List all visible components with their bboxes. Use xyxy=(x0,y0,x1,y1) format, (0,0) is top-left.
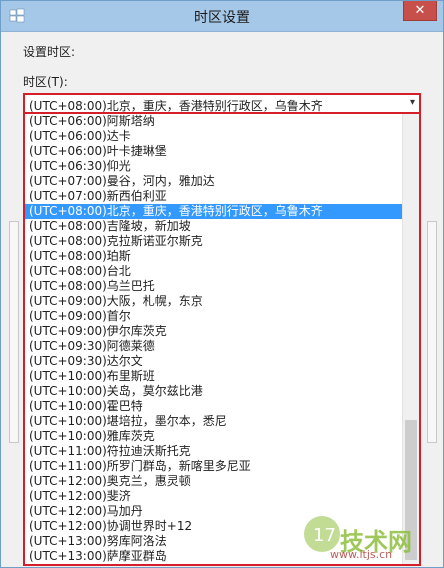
timezone-option[interactable]: (UTC+06:00)阿斯塔纳 xyxy=(25,114,419,129)
timezone-option[interactable]: (UTC+08:00)珀斯 xyxy=(25,249,419,264)
timezone-option[interactable]: (UTC+08:00)北京，重庆，香港特别行政区，乌鲁木齐 xyxy=(25,204,419,219)
timezone-option[interactable]: (UTC+10:00)堪培拉，墨尔本，悉尼 xyxy=(25,414,419,429)
timezone-option[interactable]: (UTC+10:00)霍巴特 xyxy=(25,399,419,414)
title-bar[interactable]: 时区设置 ✕ xyxy=(1,1,443,32)
timezone-selected-value: (UTC+08:00)北京，重庆，香港特别行政区，乌鲁木齐 xyxy=(29,99,323,113)
timezone-option[interactable]: (UTC+09:00)大阪，札幌，东京 xyxy=(25,294,419,309)
timezone-option[interactable]: (UTC+09:00)首尔 xyxy=(25,309,419,324)
underlying-panel-edge-right xyxy=(427,221,437,443)
timezone-option[interactable]: (UTC+07:00)新西伯利亚 xyxy=(25,189,419,204)
timezone-option[interactable]: (UTC+06:30)仰光 xyxy=(25,159,419,174)
timezone-dialog: 时区设置 ✕ 设置时区: 时区(T): (UTC+08:00)北京，重庆，香港特… xyxy=(0,0,444,568)
chevron-down-icon[interactable]: ▾ xyxy=(410,97,415,108)
timezone-dropdown-list[interactable]: (UTC+06:00)阿斯塔纳 (UTC+06:00)达卡 (UTC+06:00)叶… xyxy=(23,114,421,566)
underlying-panel-edge-left xyxy=(9,221,19,443)
timezone-option[interactable]: (UTC+06:00)达卡 xyxy=(25,129,419,144)
timezone-option[interactable]: (UTC+09:00)伊尔库茨克 xyxy=(25,324,419,339)
timezone-option[interactable]: (UTC+08:00)克拉斯诺亚尔斯克 xyxy=(25,234,419,249)
window-title: 时区设置 xyxy=(194,10,250,26)
timezone-option[interactable]: (UTC+10:00)关岛，莫尔兹比港 xyxy=(25,384,419,399)
timezone-combobox[interactable]: (UTC+08:00)北京，重庆，香港特别行政区，乌鲁木齐 ▾ xyxy=(23,93,421,114)
timezone-option[interactable]: (UTC+10:00)雅库茨克 xyxy=(25,429,419,444)
timezone-option[interactable]: (UTC+08:00)台北 xyxy=(25,264,419,279)
list-scrollbar[interactable] xyxy=(402,114,419,564)
timezone-option[interactable]: (UTC+08:00)乌兰巴托 xyxy=(25,279,419,294)
watermark-url: www.itjs.cn xyxy=(330,548,393,561)
settings-label: 设置时区: xyxy=(23,45,76,59)
timezone-option[interactable]: (UTC+08:00)吉隆坡，新加坡 xyxy=(25,219,419,234)
timezone-option[interactable]: (UTC+07:00)曼谷，河内，雅加达 xyxy=(25,174,419,189)
timezone-option[interactable]: (UTC+09:30)阿德莱德 xyxy=(25,339,419,354)
timezone-option[interactable]: (UTC+09:30)达尔文 xyxy=(25,354,419,369)
timezone-option[interactable]: (UTC+10:00)布里斯班 xyxy=(25,369,419,384)
timezone-option[interactable]: (UTC+11:00)符拉迪沃斯托克 xyxy=(25,444,419,459)
svg-text:17: 17 xyxy=(313,525,336,546)
close-button[interactable]: ✕ xyxy=(403,1,437,21)
timezone-option[interactable]: (UTC+11:00)所罗门群岛，新喀里多尼亚 xyxy=(25,459,419,474)
timezone-label: 时区(T): xyxy=(23,75,68,89)
timezone-options: (UTC+06:00)阿斯塔纳 (UTC+06:00)达卡 (UTC+06:00)叶… xyxy=(25,114,419,564)
timezone-option[interactable]: (UTC+12:00)奥克兰，惠灵顿 xyxy=(25,474,419,489)
timezone-option[interactable]: (UTC+06:00)叶卡捷琳堡 xyxy=(25,144,419,159)
